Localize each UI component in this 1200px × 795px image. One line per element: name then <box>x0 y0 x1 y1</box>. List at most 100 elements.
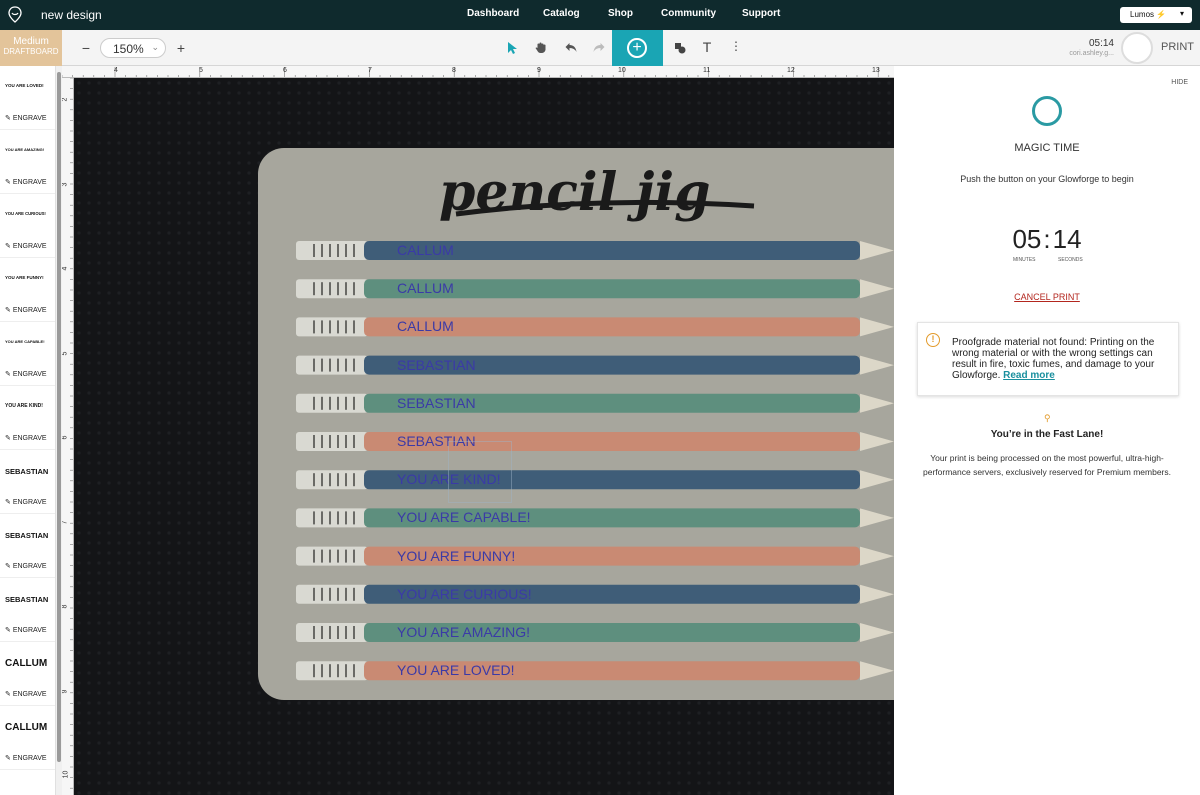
ruler-label: 10 <box>618 67 626 74</box>
engrave-text: ENGRAVE <box>12 115 47 122</box>
pencil-icon: ✎ <box>5 755 11 762</box>
undo-icon[interactable] <box>563 42 579 53</box>
zoom-out-icon[interactable]: − <box>78 40 94 56</box>
thumbnail-item[interactable]: SEBASTIAN ✎ ENGRAVE <box>0 514 55 578</box>
thumbnail-item[interactable]: YOU ARE CURIOUS! ✎ ENGRAVE <box>0 194 55 258</box>
ruler-label: 6 <box>283 67 287 74</box>
read-more-link[interactable]: Read more <box>1003 370 1055 381</box>
user-email: cori.ashley.g... <box>1069 50 1114 57</box>
scrollbar-thumb[interactable] <box>57 72 61 762</box>
thumbnail-text: CALLUM <box>5 658 48 669</box>
nav-shop[interactable]: Shop <box>608 8 633 19</box>
engrave-text-4[interactable]: SEBASTIAN <box>397 357 476 373</box>
fast-lane-title: You’re in the Fast Lane! <box>990 429 1104 440</box>
pencil-icon: ✎ <box>5 435 11 442</box>
design-title[interactable]: new design <box>41 8 102 22</box>
engrave-text: ENGRAVE <box>12 307 47 314</box>
cancel-print-button[interactable]: CANCEL PRINT <box>894 292 1200 302</box>
engrave-label: ✎ ENGRAVE <box>5 434 47 442</box>
ruler-label: 3 <box>62 182 69 187</box>
engrave-label: ✎ ENGRAVE <box>5 114 47 122</box>
pencil-icon: ✎ <box>5 115 11 122</box>
machine-name: Lumos <box>1130 10 1155 19</box>
more-icon[interactable]: ⋮ <box>728 39 744 53</box>
pencil-icon: ✎ <box>5 627 11 634</box>
thumbnail-text: SEBASTIAN <box>5 595 49 604</box>
hide-button[interactable]: HIDE <box>1171 79 1188 86</box>
engrave-text: ENGRAVE <box>12 563 47 570</box>
print-button-circle[interactable] <box>1121 32 1153 64</box>
engrave-text: ENGRAVE <box>12 691 47 698</box>
thumbnail-item[interactable]: CALLUM ✎ ENGRAVE <box>0 706 55 770</box>
engrave-text-8[interactable]: YOU ARE CAPABLE! <box>397 509 531 525</box>
fast-lane-icon: ⚲ <box>1044 413 1051 423</box>
thumbnail-item[interactable]: SEBASTIAN ✎ ENGRAVE <box>0 578 55 642</box>
engrave-text: ENGRAVE <box>12 371 47 378</box>
thumbnail-item[interactable]: YOU ARE FUNNY! ✎ ENGRAVE <box>0 258 55 322</box>
engrave-text-10[interactable]: YOU ARE CURIOUS! <box>397 586 532 602</box>
print-panel: HIDE MAGIC TIME Push the button on your … <box>894 66 1200 795</box>
engrave-text-11[interactable]: YOU ARE AMAZING! <box>397 624 530 640</box>
engrave-label: ✎ ENGRAVE <box>5 690 47 698</box>
zoom-value: 150% <box>113 42 144 56</box>
nav-support[interactable]: Support <box>742 8 780 19</box>
machine-selector[interactable]: Lumos ⚡ ▾ <box>1120 7 1192 23</box>
thumbnail-text: SEBASTIAN <box>5 531 49 540</box>
ruler-label: 9 <box>62 689 69 694</box>
redo-icon[interactable] <box>591 42 607 53</box>
print-button[interactable]: PRINT <box>1161 41 1194 53</box>
add-button[interactable]: + <box>612 30 663 66</box>
pencil-icon: ✎ <box>5 307 11 314</box>
engrave-label: ✎ ENGRAVE <box>5 370 47 378</box>
engrave-text-5[interactable]: SEBASTIAN <box>397 395 476 411</box>
thumbnail-item[interactable]: CALLUM ✎ ENGRAVE <box>0 642 55 706</box>
engrave-label: ✎ ENGRAVE <box>5 242 47 250</box>
ruler-label: 4 <box>62 266 69 271</box>
shapes-icon[interactable] <box>672 42 688 54</box>
material-name: Medium <box>13 36 49 47</box>
thumbnail-item[interactable]: SEBASTIAN ✎ ENGRAVE <box>0 450 55 514</box>
chevron-down-icon: ⌄ <box>151 42 159 52</box>
engrave-text-2[interactable]: CALLUM <box>397 280 454 296</box>
engrave-label: ✎ ENGRAVE <box>5 498 47 506</box>
engrave-text-12[interactable]: YOU ARE LOVED! <box>397 662 514 678</box>
thumbnail-item[interactable]: YOU ARE CAPABLE! ✎ ENGRAVE <box>0 322 55 386</box>
thumbnail-item[interactable]: YOU ARE AMAZING! ✎ ENGRAVE <box>0 130 55 194</box>
nav-community[interactable]: Community <box>661 8 716 19</box>
zoom-select[interactable]: 150% ⌄ <box>100 38 166 58</box>
zoom-in-icon[interactable]: + <box>173 40 189 56</box>
engrave-label: ✎ ENGRAVE <box>5 626 47 634</box>
pencil-jig-logo: pencil jig <box>439 162 755 223</box>
thumbnail-text: YOU ARE KIND! <box>5 403 43 409</box>
lightning-icon: ⚡ <box>1156 10 1167 19</box>
countdown-minutes: 05 <box>1012 224 1042 254</box>
ruler-left: 2 3 4 5 6 7 8 9 10 <box>62 78 74 795</box>
ruler-label: 9 <box>537 67 541 74</box>
engrave-text-3[interactable]: CALLUM <box>397 318 454 334</box>
ruler-label: 2 <box>62 97 69 102</box>
ruler-label: 6 <box>62 435 69 440</box>
material-badge[interactable]: Medium DRAFTBOARD <box>0 30 62 66</box>
engrave-text-1[interactable]: CALLUM <box>397 242 454 258</box>
select-arrow-icon[interactable] <box>504 41 520 55</box>
thumbnail-item[interactable]: YOU ARE KIND! ✎ ENGRAVE <box>0 386 55 450</box>
nav-dashboard[interactable]: Dashboard <box>467 8 519 19</box>
engrave-label: ✎ ENGRAVE <box>5 306 47 314</box>
nav-catalog[interactable]: Catalog <box>543 8 580 19</box>
pan-hand-icon[interactable] <box>533 41 549 54</box>
panel-instruction: Push the button on your Glowforge to beg… <box>960 174 1134 184</box>
thumbnail-item[interactable]: YOU ARE LOVED! ✎ ENGRAVE <box>0 66 55 130</box>
pencil-icon: ✎ <box>5 691 11 698</box>
text-icon[interactable]: T <box>699 39 715 55</box>
design-canvas[interactable]: pencil jig CALLUM CALLUM CALLUM SEBASTIAN SE… <box>74 78 894 795</box>
ruler-label: 11 <box>703 67 711 74</box>
engrave-text-9[interactable]: YOU ARE FUNNY! <box>397 548 515 564</box>
ruler-label: 8 <box>452 67 456 74</box>
engrave-text: ENGRAVE <box>12 179 47 186</box>
glowforge-logo-icon[interactable] <box>8 6 22 23</box>
engrave-label: ✎ ENGRAVE <box>5 178 47 186</box>
selection-box[interactable] <box>448 441 512 503</box>
thumbnail-text: YOU ARE AMAZING! <box>5 147 45 152</box>
ruler-top: 4 5 6 7 8 9 10 11 12 13 <box>62 66 894 78</box>
warning-message: Proofgrade material not found: Printing … <box>952 337 1174 381</box>
